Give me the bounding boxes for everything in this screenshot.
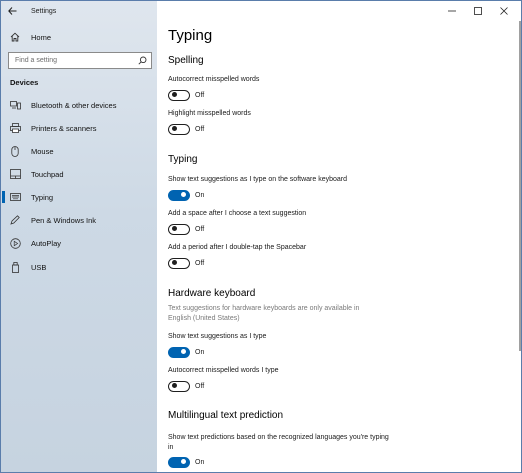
add-period-toggle[interactable] (168, 257, 190, 269)
pen-icon (9, 214, 21, 226)
autocorrect-toggle[interactable] (168, 89, 190, 101)
sidebar-item-label: Printers & scanners (31, 123, 97, 133)
page-title: Typing (168, 27, 213, 44)
add-space-label: Add a space after I choose a text sugges… (168, 210, 307, 217)
spelling-heading: Spelling (168, 55, 204, 66)
toggle-state: Off (195, 91, 205, 99)
toggle-state: Off (195, 125, 205, 133)
mouse-icon (9, 145, 21, 157)
sidebar-item-autoplay[interactable]: AutoPlay (1, 233, 157, 253)
sidebar-item-typing[interactable]: Typing (1, 187, 157, 207)
toggle-knob (181, 192, 186, 197)
sidebar-item-label: Home (31, 32, 52, 42)
bluetooth-icon (9, 99, 21, 111)
software-suggestions-toggle-row: On (168, 189, 204, 201)
sidebar-item-label: Mouse (31, 146, 54, 156)
add-period-toggle-row: Off (168, 257, 204, 269)
main-content: Typing Spelling Autocorrect misspelled w… (157, 1, 521, 472)
toggle-knob (172, 260, 177, 265)
hardware-autocorrect-toggle-row: Off (168, 380, 204, 392)
toggle-state: Off (195, 225, 205, 233)
settings-window: Settings Home Find a setting Devices Blu… (0, 0, 522, 473)
hardware-keyboard-heading: Hardware keyboard (168, 288, 256, 299)
highlight-toggle-row: Off (168, 123, 204, 135)
sidebar-item-pen[interactable]: Pen & Windows Ink (1, 210, 157, 230)
multilingual-prediction-toggle-row: On (168, 456, 204, 468)
add-space-toggle-row: Off (168, 223, 204, 235)
sidebar-item-home[interactable]: Home (1, 28, 157, 46)
multilingual-prediction-toggle[interactable] (168, 456, 190, 468)
toggle-state: On (195, 348, 205, 356)
sidebar-item-label: Bluetooth & other devices (31, 100, 117, 110)
multilingual-prediction-label: Show text predictions based on the recog… (168, 434, 389, 451)
hardware-suggestions-toggle[interactable] (168, 346, 190, 358)
sidebar-item-touchpad[interactable]: Touchpad (1, 164, 157, 184)
printer-icon (9, 122, 21, 134)
maximize-icon (474, 7, 482, 15)
usb-icon (9, 261, 21, 273)
minimize-icon (448, 10, 456, 12)
add-space-toggle[interactable] (168, 223, 190, 235)
title-bar: Settings (1, 1, 157, 21)
software-suggestions-label: Show text suggestions as I type on the s… (168, 176, 347, 183)
app-title: Settings (31, 7, 57, 15)
hardware-autocorrect-label: Autocorrect misspelled words I type (168, 367, 279, 374)
maximize-button[interactable] (465, 4, 491, 18)
section-heading: Devices (10, 78, 39, 87)
window-controls (439, 4, 517, 18)
toggle-knob (172, 383, 177, 388)
autocorrect-toggle-row: Off (168, 89, 204, 101)
home-icon (9, 31, 21, 43)
back-arrow-icon (7, 7, 16, 15)
search-placeholder: Find a setting (15, 57, 58, 64)
hardware-autocorrect-toggle[interactable] (168, 380, 190, 392)
search-input[interactable]: Find a setting (8, 52, 152, 69)
touchpad-icon (9, 168, 21, 180)
highlight-toggle[interactable] (168, 123, 190, 135)
typing-heading: Typing (168, 154, 198, 165)
toggle-state: Off (195, 382, 205, 390)
hardware-note: Text suggestions for hardware keyboards … (168, 305, 360, 322)
close-button[interactable] (491, 4, 517, 18)
sidebar-item-label: Touchpad (31, 169, 64, 179)
scrollbar[interactable] (519, 21, 521, 351)
sidebar-item-label: Typing (31, 192, 54, 202)
sidebar-item-bluetooth[interactable]: Bluetooth & other devices (1, 95, 157, 115)
search-icon (138, 56, 147, 65)
keyboard-icon (9, 191, 21, 203)
autocorrect-label: Autocorrect misspelled words (168, 76, 260, 83)
hardware-suggestions-toggle-row: On (168, 346, 204, 358)
toggle-knob (181, 459, 186, 464)
toggle-state: Off (195, 259, 205, 267)
sidebar-item-label: USB (31, 262, 47, 272)
autoplay-icon (9, 237, 21, 249)
highlight-label: Highlight misspelled words (168, 110, 251, 117)
toggle-state: On (195, 191, 205, 199)
add-period-label: Add a period after I double-tap the Spac… (168, 244, 307, 251)
hardware-suggestions-label: Show text suggestions as I type (168, 333, 267, 340)
multilingual-heading: Multilingual text prediction (168, 410, 284, 421)
sidebar-item-printers[interactable]: Printers & scanners (1, 118, 157, 138)
back-button[interactable] (1, 1, 23, 21)
toggle-knob (172, 226, 177, 231)
software-suggestions-toggle[interactable] (168, 189, 190, 201)
sidebar-item-label: Pen & Windows Ink (31, 215, 97, 225)
toggle-knob (172, 126, 177, 131)
sidebar-item-usb[interactable]: USB (1, 257, 157, 277)
toggle-knob (172, 92, 177, 97)
minimize-button[interactable] (439, 4, 465, 18)
sidebar-item-mouse[interactable]: Mouse (1, 141, 157, 161)
close-icon (500, 7, 508, 15)
sidebar: Settings Home Find a setting Devices Blu… (1, 1, 157, 472)
toggle-knob (181, 349, 186, 354)
toggle-state: On (195, 458, 205, 466)
sidebar-item-label: AutoPlay (31, 238, 62, 248)
